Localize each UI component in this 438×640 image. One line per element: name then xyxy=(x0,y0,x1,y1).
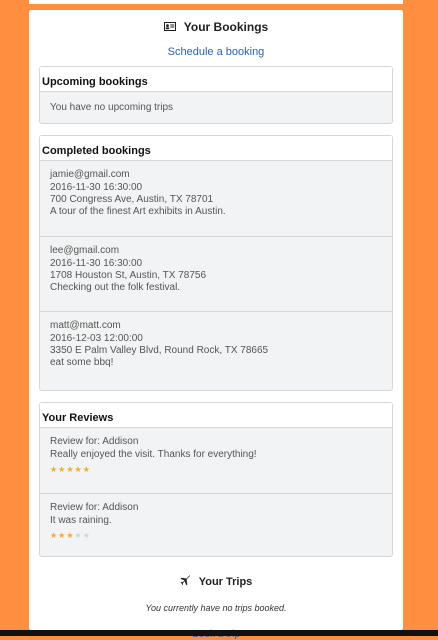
review-rating: ★★★★★ xyxy=(50,530,382,542)
trips-empty-message: You currently have no trips booked. xyxy=(145,603,287,614)
bookings-title-row: Your Bookings xyxy=(163,20,269,34)
trips-title-row: Your Trips xyxy=(180,575,253,589)
star-icon: ★ xyxy=(74,530,83,540)
star-icon: ★ xyxy=(82,530,91,540)
booking-email: lee@gmail.com xyxy=(50,245,120,257)
main-card: Your Bookings Schedule a booking Upcomin… xyxy=(29,10,403,640)
booking-note: eat some bbq! xyxy=(50,357,114,369)
booking-email: matt@matt.com xyxy=(50,320,121,332)
star-icon: ★ xyxy=(66,530,75,540)
trips-title: Your Trips xyxy=(198,576,253,589)
booking-address: 3350 E Palm Valley Blvd, Round Rock, TX … xyxy=(50,344,269,356)
review-item: Review for: Addison Really enjoyed the v… xyxy=(40,428,392,493)
star-icon: ★ xyxy=(66,464,75,474)
completed-bookings-heading: Completed bookings xyxy=(40,136,392,162)
bookings-header: Your Bookings Schedule a booking xyxy=(29,18,403,58)
reviews-panel: Your Reviews Review for: Addison Really … xyxy=(39,402,393,558)
reviews-heading: Your Reviews xyxy=(40,403,392,429)
airplane-icon xyxy=(180,575,191,589)
bottom-bar xyxy=(0,630,438,636)
star-icon: ★ xyxy=(82,464,91,474)
star-icon: ★ xyxy=(74,464,83,474)
review-text: It was raining. xyxy=(50,514,112,526)
booking-datetime: 2016-11-30 16:30:00 xyxy=(50,181,143,193)
page-title: Your Bookings xyxy=(183,20,269,34)
booking-datetime: 2016-11-30 16:30:00 xyxy=(50,257,143,269)
upcoming-empty-message: You have no upcoming trips xyxy=(50,102,174,113)
booking-note: Checking out the folk festival. xyxy=(50,282,181,294)
star-icon: ★ xyxy=(50,464,59,474)
review-item: Review for: Addison It was raining. ★★★★… xyxy=(40,493,392,556)
schedule-booking-link[interactable]: Schedule a booking xyxy=(29,46,403,58)
top-strip xyxy=(29,0,403,4)
id-card-icon xyxy=(163,20,176,34)
booking-item: matt@matt.com 2016-12-03 12:00:00 3350 E… xyxy=(40,311,392,390)
review-text: Really enjoyed the visit. Thanks for eve… xyxy=(50,448,257,460)
review-title: Review for: Addison xyxy=(50,502,139,514)
star-icon: ★ xyxy=(50,530,59,540)
upcoming-bookings-panel: Upcoming bookings You have no upcoming t… xyxy=(39,66,393,125)
upcoming-bookings-heading: Upcoming bookings xyxy=(40,67,392,92)
completed-bookings-panel: Completed bookings jamie@gmail.com 2016-… xyxy=(39,135,393,392)
review-rating: ★★★★★ xyxy=(50,464,382,476)
review-title: Review for: Addison xyxy=(50,436,139,448)
booking-datetime: 2016-12-03 12:00:00 xyxy=(50,332,143,344)
booking-item: jamie@gmail.com 2016-11-30 16:30:00 700 … xyxy=(40,161,392,236)
booking-address: 700 Congress Ave, Austin, TX 78701 xyxy=(50,193,214,205)
booking-item: lee@gmail.com 2016-11-30 16:30:00 1708 H… xyxy=(40,236,392,311)
booking-address: 1708 Houston St, Austin, TX 78756 xyxy=(50,269,207,281)
booking-note: A tour of the finest Art exhibits in Aus… xyxy=(50,206,226,218)
booking-email: jamie@gmail.com xyxy=(50,169,130,181)
